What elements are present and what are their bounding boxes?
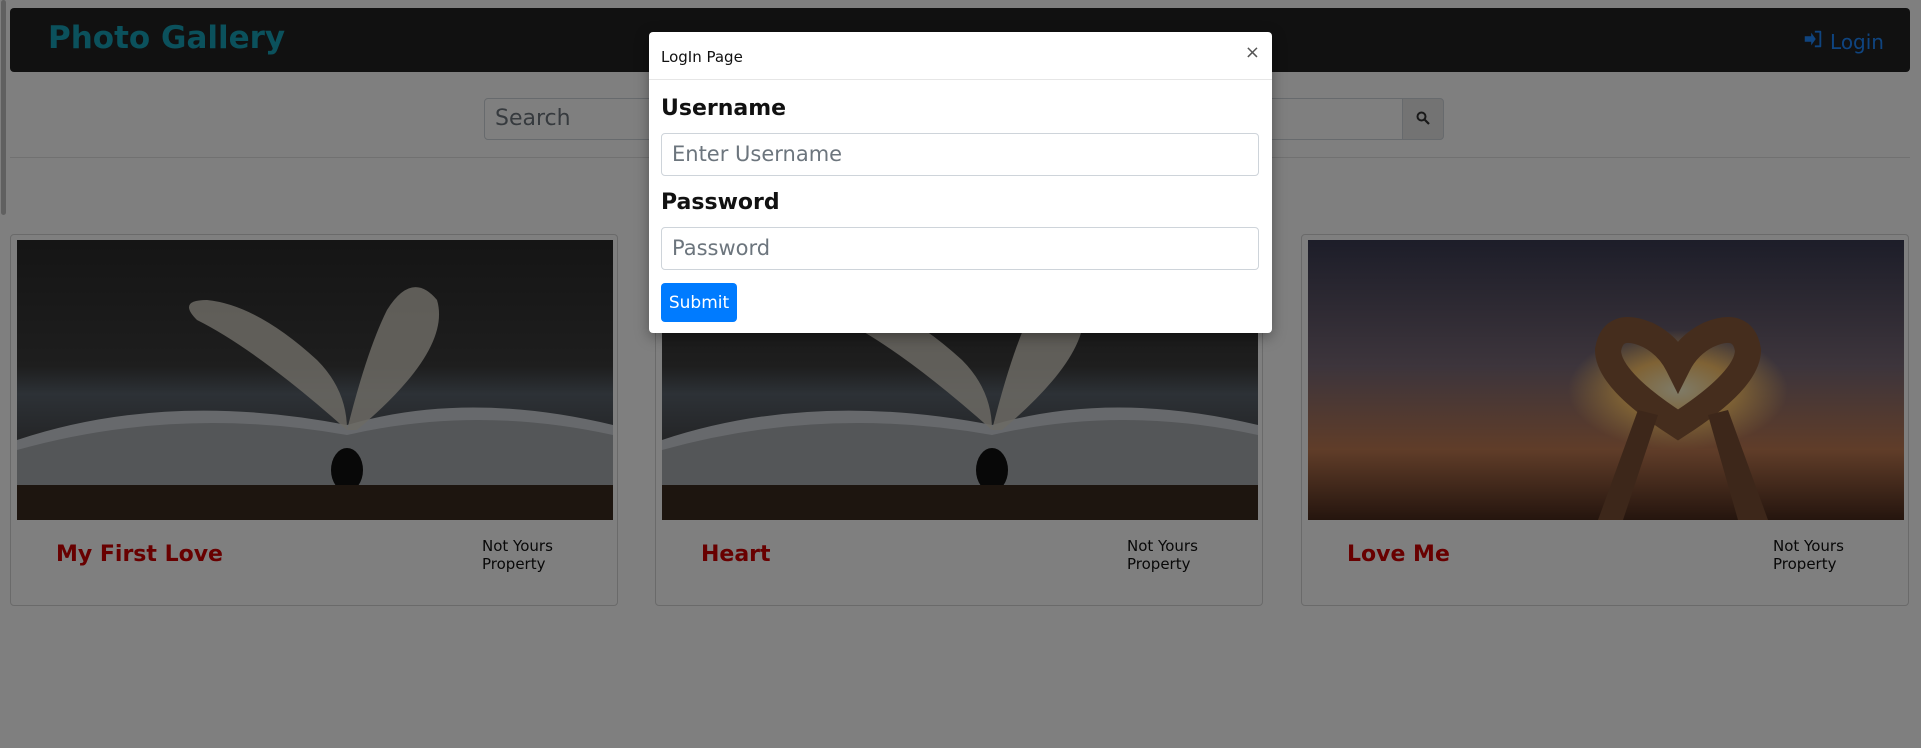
close-icon[interactable]: × [1245, 42, 1260, 63]
modal-title: LogIn Page [661, 48, 743, 66]
password-label: Password [661, 190, 780, 215]
submit-button[interactable]: Submit [661, 283, 737, 322]
login-modal: LogIn Page × Username Enter Username Pas… [649, 32, 1272, 333]
username-field[interactable]: Enter Username [661, 133, 1259, 176]
modal-header: LogIn Page × [649, 32, 1272, 80]
password-field[interactable]: Password [661, 227, 1259, 270]
username-label: Username [661, 96, 787, 121]
